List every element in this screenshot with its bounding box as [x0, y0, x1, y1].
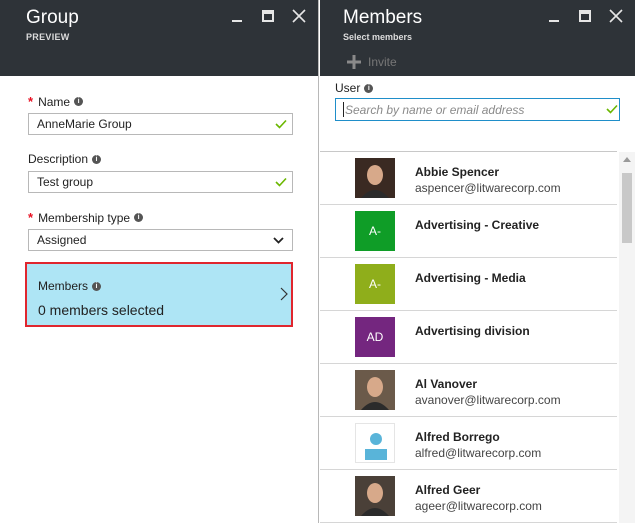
description-label-text: Description	[28, 152, 89, 166]
member-list-item[interactable]: A- Advertising - Media	[320, 258, 617, 311]
name-label-text: Name	[38, 94, 71, 109]
group-blade-subtitle: PREVIEW	[26, 32, 70, 42]
members-tile-label-text: Members	[38, 279, 89, 293]
chevron-down-icon	[273, 237, 284, 244]
plus-icon	[347, 55, 361, 69]
close-icon[interactable]	[607, 7, 625, 25]
maximize-icon[interactable]	[259, 7, 277, 25]
avatar	[355, 476, 395, 516]
chevron-right-icon	[280, 287, 288, 301]
group-blade-header: Group PREVIEW	[0, 0, 318, 76]
avatar: A-	[355, 264, 395, 304]
info-icon[interactable]: i	[92, 154, 102, 164]
member-list-item[interactable]: Alfred Geer ageer@litwarecorp.com	[320, 470, 617, 523]
info-icon[interactable]: i	[134, 213, 144, 222]
invite-label: Invite	[368, 55, 397, 69]
member-email: avanover@litwarecorp.com	[415, 393, 561, 407]
info-icon[interactable]: i	[92, 281, 102, 291]
info-icon[interactable]: i	[74, 97, 84, 106]
scroll-up-icon[interactable]	[623, 156, 631, 162]
name-field[interactable]: AnneMarie Group	[28, 113, 293, 135]
avatar	[355, 158, 395, 198]
avatar: AD	[355, 317, 395, 357]
scroll-thumb[interactable]	[622, 173, 632, 243]
description-field-value: Test group	[37, 175, 94, 189]
member-name: Advertising - Media	[415, 271, 526, 285]
member-email: aspencer@litwarecorp.com	[415, 181, 561, 195]
members-tile-value: 0 members selected	[38, 302, 165, 318]
member-list-item[interactable]: Al Vanover avanover@litwarecorp.com	[320, 364, 617, 417]
membership-type-label-text: Membership type	[38, 210, 131, 225]
membership-type-value: Assigned	[37, 233, 87, 247]
member-list-item[interactable]: Abbie Spencer aspencer@litwarecorp.com	[320, 152, 617, 205]
member-email: alfred@litwarecorp.com	[415, 446, 542, 460]
member-email: ageer@litwarecorp.com	[415, 499, 542, 513]
text-cursor	[343, 102, 344, 117]
required-marker: *	[28, 210, 34, 225]
members-selector-tile[interactable]: Members i 0 members selected	[25, 262, 293, 327]
members-blade-subtitle: Select members	[343, 32, 413, 42]
member-list-scrollbar[interactable]	[619, 152, 635, 523]
member-name: Alfred Geer	[415, 483, 481, 497]
member-name: Alfred Borrego	[415, 430, 500, 444]
group-blade: Group PREVIEW * Name i AnneMarie Group D…	[0, 0, 319, 523]
member-name: Abbie Spencer	[415, 165, 500, 179]
maximize-icon[interactable]	[576, 7, 594, 25]
member-list-item[interactable]: A- Advertising - Creative	[320, 205, 617, 258]
group-blade-title: Group	[26, 7, 79, 28]
close-icon[interactable]	[290, 7, 308, 25]
description-label: Description i	[28, 152, 102, 166]
checkmark-icon	[275, 119, 287, 129]
user-label-text: User	[335, 81, 361, 95]
member-search-input[interactable]	[335, 98, 620, 121]
avatar: A-	[355, 211, 395, 251]
required-marker: *	[28, 94, 34, 109]
user-label: User i	[335, 81, 374, 95]
member-list-item[interactable]: Alfred Borrego alfred@litwarecorp.com	[320, 417, 617, 470]
member-name: Advertising - Creative	[415, 218, 540, 232]
checkmark-icon	[275, 177, 287, 187]
minimize-icon[interactable]	[545, 7, 563, 25]
avatar	[355, 370, 395, 410]
description-field[interactable]: Test group	[28, 171, 293, 193]
info-icon[interactable]: i	[364, 83, 374, 93]
member-list: Abbie Spencer aspencer@litwarecorp.com A- A…	[320, 152, 617, 523]
invite-button[interactable]: Invite	[346, 54, 397, 70]
members-blade-title: Members	[343, 7, 423, 28]
members-tile-label: Members i	[38, 279, 102, 293]
avatar	[355, 423, 395, 463]
members-window-controls	[545, 7, 625, 25]
checkmark-icon	[606, 104, 618, 114]
name-label: * Name i	[28, 94, 84, 109]
member-name: Al Vanover	[415, 377, 478, 391]
minimize-icon[interactable]	[228, 7, 246, 25]
group-window-controls	[228, 7, 308, 25]
name-field-value: AnneMarie Group	[37, 117, 132, 131]
members-blade: Members Select members Invite User i Abb…	[320, 0, 635, 523]
membership-type-select[interactable]: Assigned	[28, 229, 293, 251]
member-list-item[interactable]: AD Advertising division	[320, 311, 617, 364]
membership-type-label: * Membership type i	[28, 210, 144, 225]
member-name: Advertising division	[415, 324, 530, 338]
